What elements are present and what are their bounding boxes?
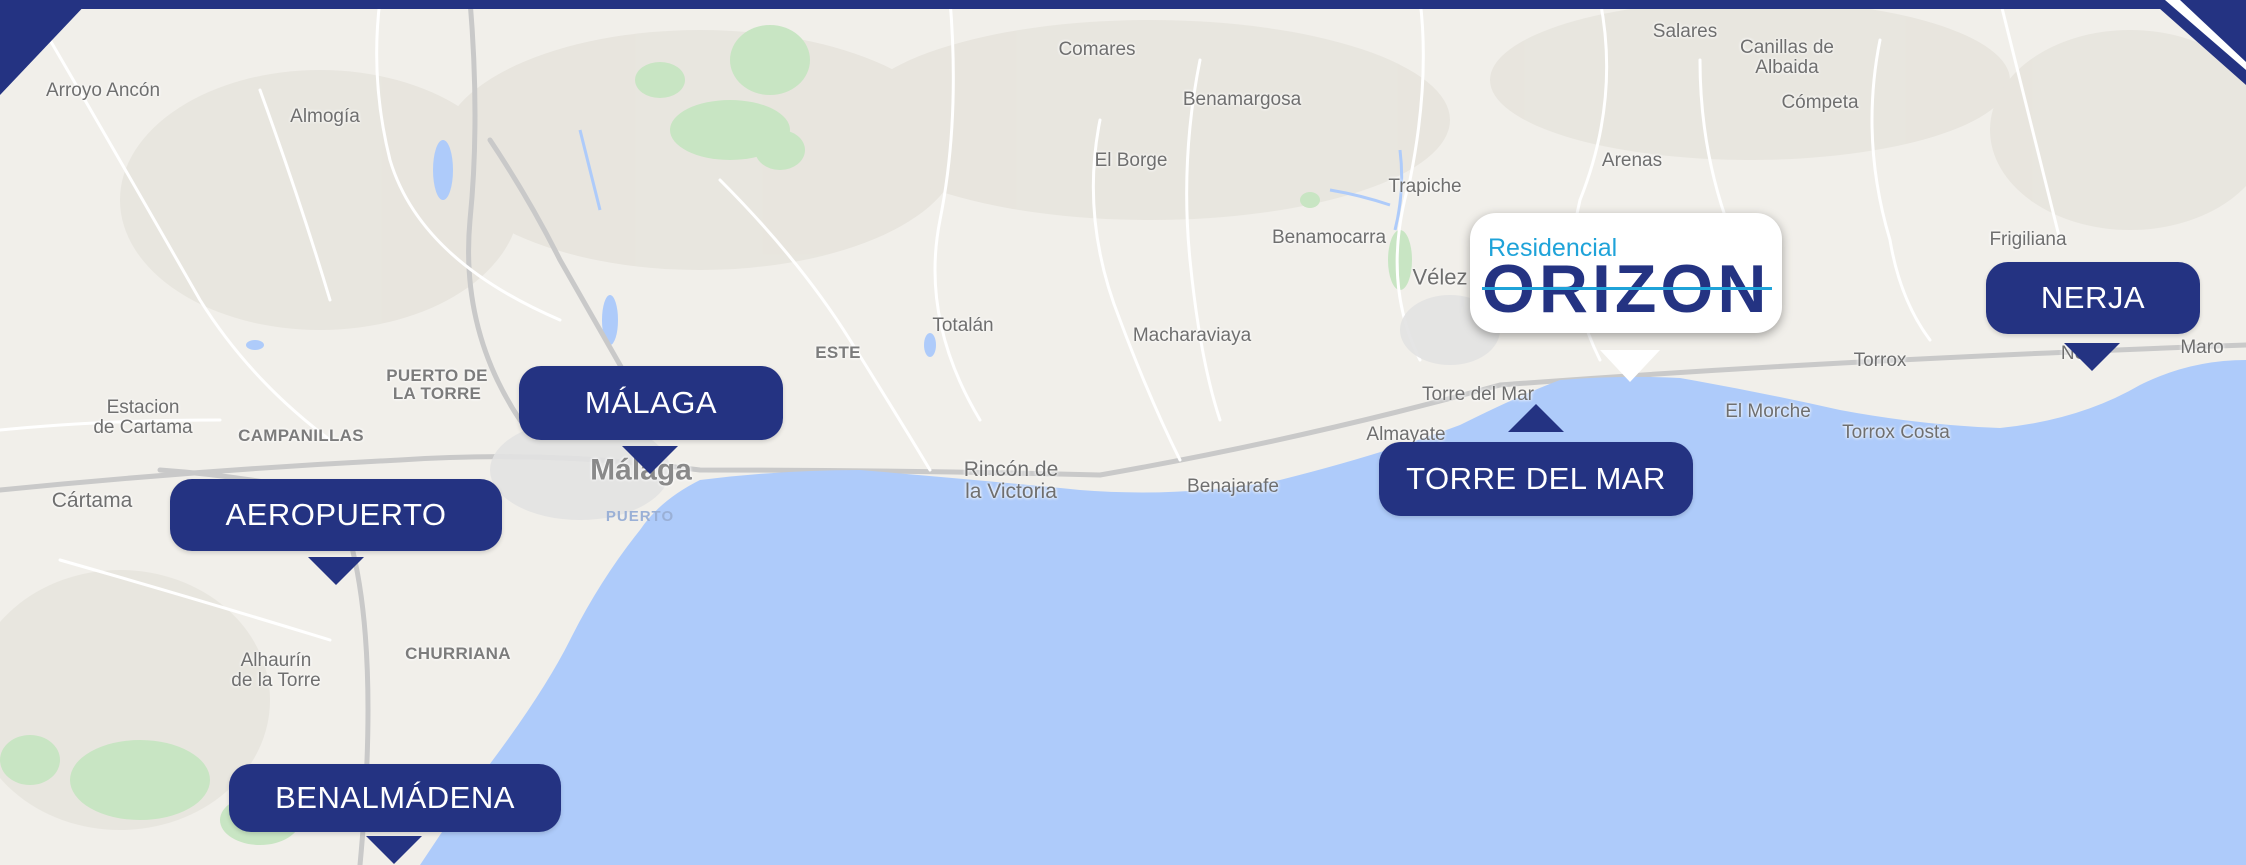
- place-label: Macharaviaya: [1132, 325, 1252, 347]
- place-label: Arroyo Ancón: [45, 80, 161, 102]
- place-label: PUERTO: [605, 508, 675, 526]
- place-label: Cómpeta: [1781, 92, 1859, 114]
- place-label: Rincón de la Victoria: [963, 457, 1059, 503]
- place-label: Canillas de Albaida: [1740, 37, 1834, 78]
- place-label: Totalán: [932, 315, 994, 337]
- place-label: PUERTO DE LA TORRE: [386, 366, 488, 403]
- place-label: Benamargosa: [1182, 89, 1302, 111]
- place-label: Alhaurín de la Torre: [231, 650, 321, 691]
- place-label: Almogía: [290, 106, 360, 128]
- place-label: Frigiliana: [1989, 229, 2067, 251]
- place-label: Arenas: [1601, 150, 1663, 172]
- logo-pointer: [1600, 350, 1660, 382]
- marker-pointer: [622, 446, 678, 474]
- place-label: Estacion de Cartama: [93, 397, 193, 438]
- place-label: ESTE: [815, 343, 861, 363]
- map-view[interactable]: Arroyo Ancón Almogía Comares Benamargosa…: [0, 0, 2246, 865]
- logo-underline: [1482, 287, 1772, 290]
- marker-nerja[interactable]: NERJA: [1986, 262, 2200, 334]
- marker-pointer: [1508, 404, 1564, 432]
- marker-pointer: [308, 557, 364, 585]
- place-label: Comares: [1058, 39, 1136, 61]
- place-label: CHURRIANA: [405, 644, 511, 664]
- place-label: Torrox Costa: [1842, 422, 1950, 444]
- place-label: Torre del Mar: [1422, 384, 1534, 406]
- place-label: Torrox: [1853, 350, 1907, 372]
- marker-malaga[interactable]: MÁLAGA: [519, 366, 783, 440]
- place-label: Maro: [2180, 337, 2224, 359]
- place-label: Cártama: [51, 488, 133, 512]
- place-label: CAMPANILLAS: [238, 426, 364, 446]
- place-label: El Borge: [1094, 150, 1168, 172]
- marker-aeropuerto[interactable]: AEROPUERTO: [170, 479, 502, 551]
- place-label: Benajarafe: [1187, 476, 1279, 498]
- marker-benalmadena[interactable]: BENALMÁDENA: [229, 764, 561, 832]
- place-label: Trapiche: [1388, 176, 1462, 198]
- place-label: Vélez: [1412, 264, 1468, 290]
- marker-pointer: [366, 836, 422, 864]
- marker-torre-del-mar[interactable]: TORRE DEL MAR: [1379, 442, 1693, 516]
- place-label: El Morche: [1725, 401, 1811, 423]
- place-label: Benamocarra: [1271, 227, 1387, 249]
- place-label: Salares: [1652, 21, 1718, 43]
- marker-pointer: [2064, 343, 2120, 371]
